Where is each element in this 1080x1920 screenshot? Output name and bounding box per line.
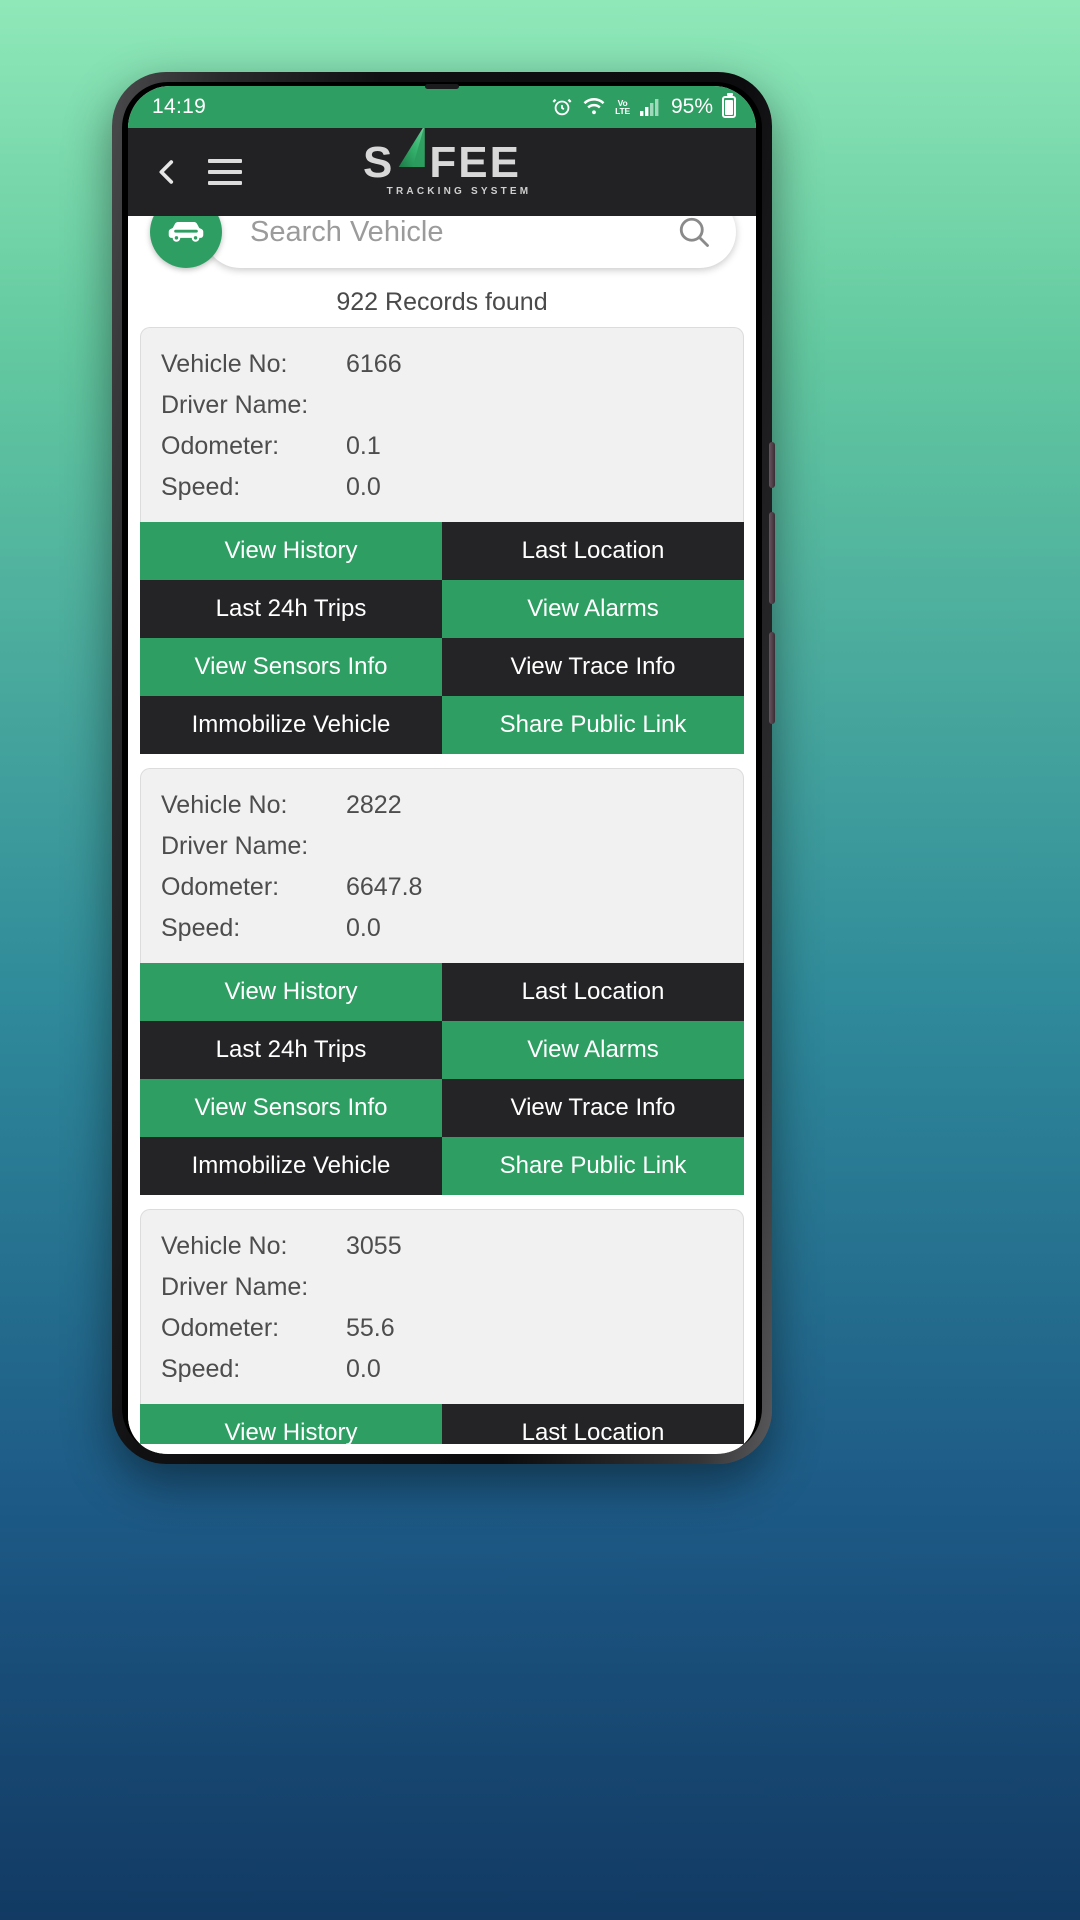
action-last-24h-trips[interactable]: Last 24h Trips [140, 580, 442, 638]
phone-device-frame: 14:19 Vo LTE 95% S FEE TRACKING SYSTEM S… [112, 72, 775, 1464]
vehicle-list[interactable]: Vehicle No: 6166 Driver Name: Odometer: 0.1 S… [128, 327, 756, 1454]
screen-bottom-edge [128, 1444, 756, 1454]
vehicle-action-grid: View HistoryLast LocationLast 24h TripsV… [140, 522, 744, 754]
vehicle-info-row-odometer: Odometer: 6647.8 [161, 867, 723, 908]
field-value: 55.6 [346, 1314, 395, 1342]
field-label: Vehicle No: [161, 350, 288, 378]
wifi-icon [583, 98, 605, 115]
action-view-history[interactable]: View History [140, 963, 442, 1021]
field-label: Speed: [161, 1355, 241, 1383]
vehicle-info-row-odometer: Odometer: 0.1 [161, 426, 723, 467]
vehicle-info-row-speed: Speed: 0.0 [161, 908, 723, 949]
field-value: 2822 [346, 791, 402, 819]
vehicle-action-grid: View HistoryLast LocationLast 24h TripsV… [140, 963, 744, 1195]
search-input[interactable] [250, 215, 676, 249]
logo-tagline: TRACKING SYSTEM [386, 186, 532, 197]
alarm-icon [552, 98, 572, 116]
vehicle-info-row-vehicle-no: Vehicle No: 2822 [161, 785, 723, 826]
status-bar: 14:19 Vo LTE 95% [128, 86, 756, 128]
field-value: 6166 [346, 350, 402, 378]
vehicle-card: Vehicle No: 3055 Driver Name: Odometer: 55.6… [140, 1209, 744, 1454]
field-value: 3055 [346, 1232, 402, 1260]
action-view-trace-info[interactable]: View Trace Info [442, 638, 744, 696]
action-immobilize-vehicle[interactable]: Immobilize Vehicle [140, 696, 442, 754]
vehicle-card: Vehicle No: 2822 Driver Name: Odometer: 6647… [140, 768, 744, 1195]
phone-bezel: 14:19 Vo LTE 95% S FEE TRACKING SYSTEM S… [122, 82, 762, 1454]
action-view-alarms[interactable]: View Alarms [442, 580, 744, 638]
action-last-location[interactable]: Last Location [442, 963, 744, 1021]
field-label: Odometer: [161, 432, 280, 460]
battery-icon [722, 93, 736, 118]
field-value: 0.0 [346, 1355, 381, 1383]
field-label: Driver Name: [161, 391, 309, 419]
menu-button[interactable] [184, 159, 242, 185]
device-volume-up-button[interactable] [769, 512, 775, 604]
logo-letter-s: S [363, 138, 395, 187]
vehicle-card: Vehicle No: 6166 Driver Name: Odometer: 0.1 S… [140, 327, 744, 754]
vehicle-info-panel: Vehicle No: 6166 Driver Name: Odometer: 0.1 S… [140, 327, 744, 522]
action-immobilize-vehicle[interactable]: Immobilize Vehicle [140, 1137, 442, 1195]
logo-wordmark: S FEE [363, 125, 521, 187]
car-icon [168, 222, 204, 242]
logo-letters-fee: FEE [429, 138, 521, 187]
volte-icon: Vo LTE [615, 97, 630, 116]
vehicle-info-row-speed: Speed: 0.0 [161, 467, 723, 508]
back-button[interactable] [150, 152, 184, 192]
action-last-location[interactable]: Last Location [442, 522, 744, 580]
status-clock: 14:19 [152, 95, 207, 118]
signal-icon [639, 99, 659, 116]
field-value: 0.1 [346, 432, 381, 460]
field-label: Driver Name: [161, 832, 309, 860]
hamburger-icon [208, 159, 242, 185]
action-view-history[interactable]: View History [140, 522, 442, 580]
vehicle-info-row-odometer: Odometer: 55.6 [161, 1308, 723, 1349]
vehicle-info-row-driver-name: Driver Name: [161, 1267, 723, 1308]
action-share-public-link[interactable]: Share Public Link [442, 696, 744, 754]
phone-screen: 14:19 Vo LTE 95% S FEE TRACKING SYSTEM S… [128, 86, 756, 1454]
vehicle-info-row-vehicle-no: Vehicle No: 6166 [161, 344, 723, 385]
status-icons: Vo LTE 95% [551, 93, 736, 119]
vehicle-info-row-vehicle-no: Vehicle No: 3055 [161, 1226, 723, 1267]
action-view-sensors-info[interactable]: View Sensors Info [140, 638, 442, 696]
field-label: Odometer: [161, 873, 280, 901]
field-label: Speed: [161, 473, 241, 501]
field-label: Odometer: [161, 1314, 280, 1342]
app-logo: S FEE TRACKING SYSTEM [353, 125, 532, 197]
logo-arrow-icon [398, 125, 425, 167]
field-label: Vehicle No: [161, 1232, 288, 1260]
records-count: 922 Records found [128, 274, 756, 327]
action-view-trace-info[interactable]: View Trace Info [442, 1079, 744, 1137]
vehicle-info-row-driver-name: Driver Name: [161, 385, 723, 426]
field-value: 0.0 [346, 914, 381, 942]
field-label: Vehicle No: [161, 791, 288, 819]
field-value: 6647.8 [346, 873, 423, 901]
action-share-public-link[interactable]: Share Public Link [442, 1137, 744, 1195]
device-side-button[interactable] [769, 442, 775, 488]
vehicle-info-panel: Vehicle No: 3055 Driver Name: Odometer: 55.6… [140, 1209, 744, 1404]
vehicle-info-row-speed: Speed: 0.0 [161, 1349, 723, 1390]
vehicle-info-row-driver-name: Driver Name: [161, 826, 723, 867]
field-label: Driver Name: [161, 1273, 309, 1301]
search-icon[interactable] [676, 214, 712, 250]
app-header: S FEE TRACKING SYSTEM [128, 125, 756, 216]
front-camera [425, 84, 459, 89]
vehicle-info-panel: Vehicle No: 2822 Driver Name: Odometer: 6647… [140, 768, 744, 963]
field-label: Speed: [161, 914, 241, 942]
device-volume-down-button[interactable] [769, 632, 775, 724]
chevron-left-icon [159, 160, 174, 184]
action-view-alarms[interactable]: View Alarms [442, 1021, 744, 1079]
battery-percent-label: 95% [670, 95, 713, 118]
action-last-24h-trips[interactable]: Last 24h Trips [140, 1021, 442, 1079]
field-value: 0.0 [346, 473, 381, 501]
action-view-sensors-info[interactable]: View Sensors Info [140, 1079, 442, 1137]
